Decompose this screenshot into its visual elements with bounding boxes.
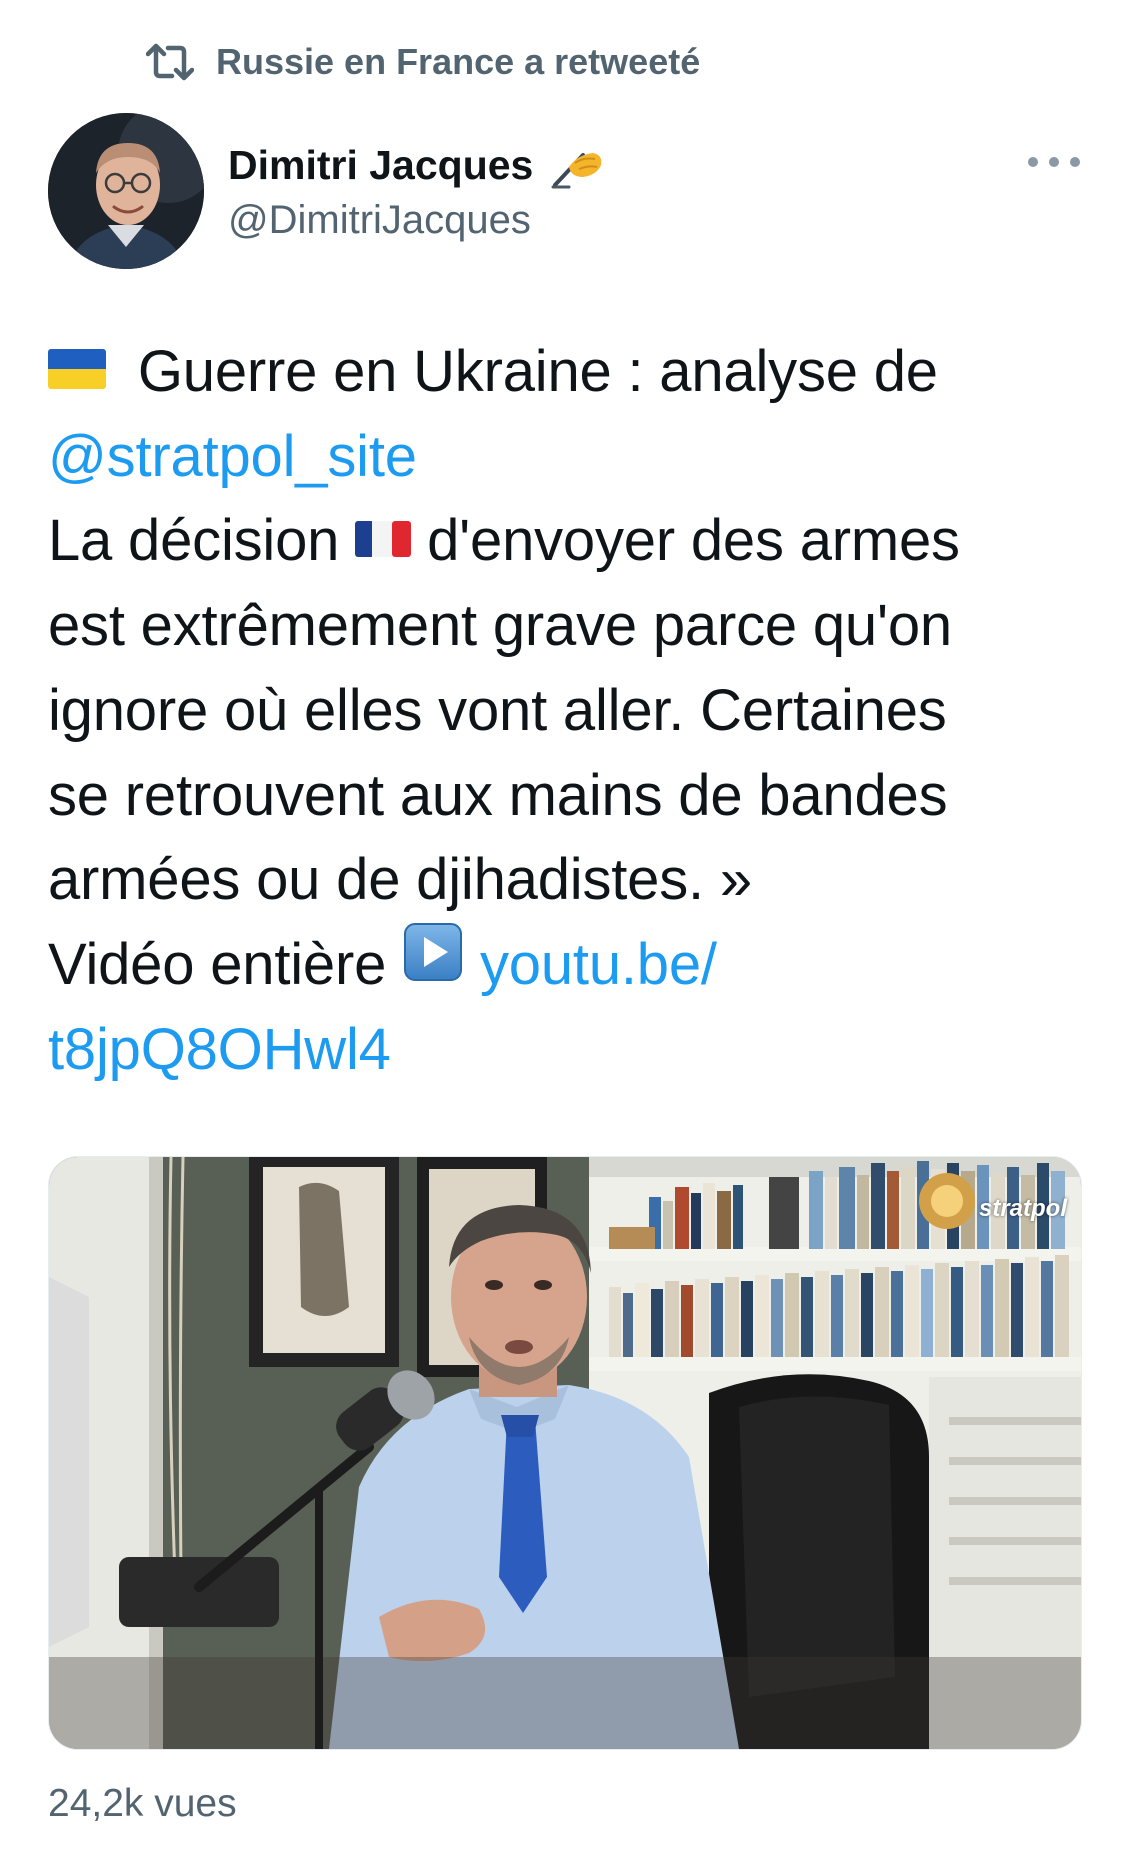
france-flag-icon — [355, 498, 412, 583]
ukraine-flag-icon — [48, 328, 106, 413]
more-dot — [1070, 157, 1080, 167]
tweet-line1-text: Guerre en Ukraine : analyse de — [137, 339, 938, 404]
tweet-line8-text: Vidéo entière — [48, 931, 387, 997]
play-button-icon — [402, 921, 464, 1007]
tweet-line3-b: d'envoyer des armes — [427, 508, 960, 574]
tweet-line-9: t8jpQ8OHwl4 — [48, 1008, 1088, 1093]
video-link-part2[interactable]: t8jpQ8OHwl4 — [48, 1017, 391, 1082]
retweet-icon — [146, 42, 194, 82]
tweet-line3-a: La décision — [48, 508, 340, 574]
avatar[interactable] — [48, 113, 204, 269]
video-thumbnail[interactable]: stratpol — [48, 1156, 1082, 1750]
retweet-label[interactable]: Russie en France a retweeté — [216, 41, 700, 83]
stratpol-watermark: stratpol — [978, 1195, 1067, 1222]
mention-link[interactable]: @stratpol_site — [48, 424, 417, 489]
tweet-line-4: est extrêmement grave parce qu'on — [48, 593, 952, 659]
view-count: 24,2k vues — [48, 1782, 237, 1825]
tweet-line-2: @stratpol_site — [48, 415, 1088, 500]
more-options-button[interactable] — [1028, 148, 1080, 176]
author-block: Dimitri Jacques @DimitriJacques — [228, 138, 605, 243]
more-dot — [1049, 157, 1059, 167]
tweet-line-1: Guerre en Ukraine : analyse de — [48, 330, 1088, 415]
more-horizontal-icon — [1028, 157, 1038, 167]
tweet-line-7: armées ou de djihadistes. » — [48, 847, 752, 913]
author-handle[interactable]: @DimitriJacques — [228, 198, 605, 243]
writing-hand-icon — [549, 141, 605, 189]
tweet-line-8: Vidéo entière youtu.be/ — [48, 921, 1088, 1008]
tweet-line-6: se retrouvent aux mains de bandes — [48, 762, 948, 828]
video-link-part1[interactable]: youtu.be/ — [480, 932, 717, 997]
tweet-text: Guerre en Ukraine : analyse de @stratpol… — [48, 330, 1088, 1092]
tweet-line-3: La décision d'envoyer des armes — [48, 499, 1088, 584]
retweet-header: Russie en France a retweeté — [146, 36, 700, 88]
author-name[interactable]: Dimitri Jacques — [228, 142, 533, 189]
tweet-line-5: ignore où elles vont aller. Certaines — [48, 677, 947, 743]
